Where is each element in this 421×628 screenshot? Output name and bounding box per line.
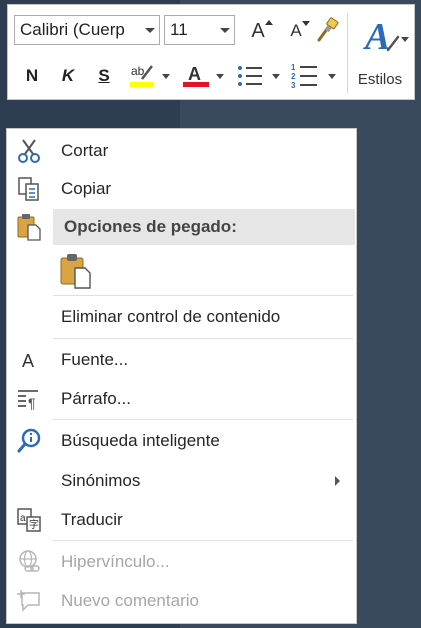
styles-button[interactable]: A Estilos	[349, 11, 411, 97]
paste-options-heading: Opciones de pegado:	[53, 209, 355, 245]
paste-keep-source-button[interactable]	[7, 247, 356, 293]
numbering-icon: 1 2 3	[291, 63, 317, 90]
menu-item-font[interactable]: A Fuente...	[7, 340, 356, 380]
font-name-value: Calibri (Cuerp	[20, 20, 125, 39]
underline-icon: S	[98, 66, 110, 85]
menu-item-remove-content-control[interactable]: Eliminar control de contenido	[7, 297, 356, 337]
font-icon: A	[15, 347, 43, 373]
menu-item-cut[interactable]: Cortar	[7, 131, 356, 171]
chevron-down-icon	[401, 37, 409, 42]
paragraph-icon: ¶	[15, 386, 43, 412]
font-size-value: 11	[170, 20, 188, 39]
bold-icon: N	[25, 66, 39, 85]
menu-item-hyperlink[interactable]: Hipervínculo...	[7, 542, 356, 582]
font-color-button[interactable]: A	[180, 61, 212, 91]
arrow-up-icon	[265, 20, 273, 25]
highlight-dropdown-icon[interactable]	[162, 74, 170, 79]
menu-item-paragraph[interactable]: ¶ Párrafo...	[7, 379, 356, 419]
new-comment-icon	[15, 588, 43, 614]
menu-separator	[53, 295, 353, 296]
italic-icon: K	[61, 66, 75, 85]
menu-item-label: Cortar	[61, 141, 109, 160]
highlighter-icon: ab	[130, 64, 154, 87]
numbering-dropdown-icon[interactable]	[328, 74, 336, 79]
menu-item-label: Eliminar control de contenido	[61, 307, 281, 326]
grow-font-button[interactable]: A	[245, 17, 273, 45]
paste-icon	[15, 214, 43, 241]
highlight-button[interactable]: ab	[126, 61, 160, 91]
context-menu: Cortar Copiar Opciones de pegado: Elimin…	[6, 128, 357, 624]
italic-button[interactable]: K	[56, 61, 80, 91]
scissors-icon	[15, 138, 43, 164]
bold-button[interactable]: N	[20, 61, 44, 91]
styles-label: Estilos	[357, 71, 403, 88]
menu-item-label: Nuevo comentario	[61, 591, 199, 610]
menu-item-label: Traducir	[61, 510, 123, 529]
underline-button[interactable]: S	[92, 61, 116, 91]
grow-font-icon: A	[251, 19, 265, 42]
bullets-dropdown-icon[interactable]	[272, 74, 280, 79]
menu-item-translate[interactable]: a 字 Traducir	[7, 500, 356, 540]
format-painter-icon	[317, 17, 339, 42]
chevron-right-icon	[335, 476, 340, 486]
shrink-font-button[interactable]: A	[283, 17, 310, 45]
menu-item-copy[interactable]: Copiar	[7, 169, 356, 209]
styles-brush-icon	[386, 35, 400, 52]
menu-item-label: Copiar	[61, 179, 112, 198]
menu-item-label: Hipervínculo...	[61, 552, 170, 571]
font-color-dropdown-icon[interactable]	[216, 74, 224, 79]
paste-options-label: Opciones de pegado:	[64, 217, 237, 236]
menu-item-label: Párrafo...	[61, 389, 131, 408]
svg-text:1: 1	[291, 63, 296, 72]
numbering-button[interactable]: 1 2 3	[288, 61, 322, 91]
svg-text:ab: ab	[131, 64, 145, 78]
menu-item-new-comment[interactable]: Nuevo comentario	[7, 581, 356, 621]
font-size-combobox[interactable]: 11	[164, 15, 235, 45]
shrink-font-icon: A	[290, 21, 302, 40]
menu-item-label: Fuente...	[61, 350, 129, 369]
menu-separator	[53, 540, 353, 541]
menu-item-label: Sinónimos	[61, 471, 141, 490]
svg-text:¶: ¶	[28, 395, 36, 411]
menu-item-smart-lookup[interactable]: Búsqueda inteligente	[7, 421, 356, 461]
menu-item-synonyms[interactable]: Sinónimos	[7, 461, 356, 501]
menu-item-label: Búsqueda inteligente	[61, 431, 220, 450]
svg-text:a: a	[20, 513, 26, 524]
bullets-icon	[238, 66, 262, 86]
paste-keep-source-icon	[59, 253, 93, 294]
svg-text:A: A	[188, 64, 201, 84]
smart-lookup-icon	[15, 428, 43, 454]
menu-separator	[53, 338, 353, 339]
chevron-down-icon[interactable]	[145, 28, 155, 33]
font-color-icon: A	[183, 64, 209, 87]
bullets-button[interactable]	[234, 61, 268, 91]
toolbar-divider	[347, 13, 348, 93]
mini-toolbar: Calibri (Cuerp 11 A A N K S ab A 1 2 3 A…	[7, 4, 415, 100]
copy-icon	[15, 176, 43, 202]
svg-text:A: A	[22, 351, 34, 371]
hyperlink-icon	[15, 549, 43, 575]
menu-separator	[53, 419, 353, 420]
svg-text:字: 字	[29, 518, 39, 531]
svg-text:3: 3	[291, 81, 296, 90]
font-name-combobox[interactable]: Calibri (Cuerp	[14, 15, 160, 45]
translate-icon: a 字	[15, 507, 43, 533]
arrow-down-icon	[302, 21, 310, 26]
format-painter-button[interactable]	[313, 15, 343, 45]
chevron-down-icon[interactable]	[220, 28, 230, 33]
svg-text:2: 2	[291, 72, 296, 81]
